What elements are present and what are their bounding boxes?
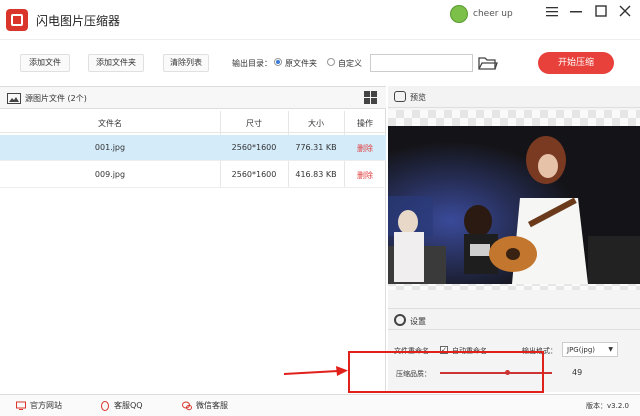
qq-icon xyxy=(101,400,109,411)
maximize-icon xyxy=(595,5,607,17)
format-select[interactable]: JPG(jpg) ▼ xyxy=(562,342,618,357)
file-name: 009.jpg xyxy=(94,170,126,179)
minimize-button[interactable] xyxy=(542,4,562,22)
gear-icon xyxy=(394,314,406,326)
file-list-panel: 源图片文件 (2个) 文件名 尺寸 大小 操作 001.jpg 2560*160… xyxy=(0,86,386,392)
wechat-icon xyxy=(182,401,192,410)
table-row[interactable]: 001.jpg 2560*1600 776.31 KB 删除 xyxy=(0,135,386,161)
file-dimensions: 2560*1600 xyxy=(231,143,277,152)
column-action: 操作 xyxy=(357,119,373,128)
column-filename: 文件名 xyxy=(98,119,122,128)
preview-area xyxy=(388,110,640,290)
user-avatar[interactable] xyxy=(450,5,468,23)
grid-view-icon[interactable] xyxy=(364,91,377,104)
close-icon xyxy=(619,5,631,17)
column-size: 尺寸 xyxy=(246,119,262,128)
table-row[interactable]: 009.jpg 2560*1600 416.83 KB 删除 xyxy=(0,162,386,188)
annotation-highlight-box xyxy=(348,351,544,393)
official-website-label[interactable]: 官方网站 xyxy=(30,400,62,411)
toolbar: 添加文件 添加文件夹 清除列表 输出目录： 原文件夹 自定义 开始压缩 xyxy=(0,46,640,80)
file-name: 001.jpg xyxy=(94,143,126,152)
annotation-arrow-icon xyxy=(284,366,348,376)
version-label: 版本：v3.2.0 xyxy=(586,402,629,410)
minimize-window-button[interactable] xyxy=(566,4,586,22)
title-bar: 闪电图片压缩器 cheer up xyxy=(0,0,640,40)
preview-image xyxy=(388,126,640,284)
file-list-title: 源图片文件 (2个) xyxy=(25,94,87,103)
qq-service-link[interactable]: 客服QQ xyxy=(100,400,143,411)
official-website-link[interactable]: 官方网站 xyxy=(16,400,62,411)
user-name[interactable]: cheer up xyxy=(473,9,513,19)
bottom-bar: 官方网站 客服QQ 微信客服 版本：v3.2.0 xyxy=(0,394,640,416)
file-size: 776.31 KB xyxy=(295,143,337,152)
settings-title: 设置 xyxy=(410,317,426,326)
column-filesize: 大小 xyxy=(308,119,324,128)
source-folder-label[interactable]: 原文件夹 xyxy=(285,58,317,69)
clear-list-button[interactable]: 清除列表 xyxy=(163,54,209,72)
output-dir-label: 输出目录： xyxy=(232,59,272,68)
table-header: 文件名 尺寸 大小 操作 xyxy=(0,111,386,133)
qq-service-label[interactable]: 客服QQ xyxy=(114,400,143,411)
wechat-service-link[interactable]: 微信客服 xyxy=(182,400,228,411)
user-area[interactable]: cheer up xyxy=(450,5,513,23)
preview-icon xyxy=(394,91,406,102)
chevron-down-icon: ▼ xyxy=(608,346,613,353)
folder-open-icon[interactable] xyxy=(478,55,498,71)
wechat-service-label[interactable]: 微信客服 xyxy=(196,400,228,411)
monitor-icon xyxy=(16,401,26,410)
custom-folder-radio[interactable] xyxy=(327,58,335,66)
preview-settings-panel: 预览 设置 文件重命名 ✓ 自动重命名 输出格式： JPG(jpg) ▼ 压缩品… xyxy=(388,86,640,392)
minimize-icon xyxy=(570,11,582,13)
delete-link[interactable]: 删除 xyxy=(344,170,386,181)
preview-title: 预览 xyxy=(410,93,426,102)
add-file-button[interactable]: 添加文件 xyxy=(20,54,70,72)
custom-folder-label[interactable]: 自定义 xyxy=(338,58,362,69)
quality-value: 49 xyxy=(572,368,583,377)
settings-header: 设置 xyxy=(388,308,640,330)
start-compress-button[interactable]: 开始压缩 xyxy=(538,52,614,74)
app-logo-icon xyxy=(6,9,28,31)
output-path-input[interactable] xyxy=(370,54,473,72)
file-dimensions: 2560*1600 xyxy=(231,170,277,179)
menu-icon xyxy=(546,7,558,17)
preview-header: 预览 xyxy=(388,86,640,108)
file-size: 416.83 KB xyxy=(295,170,337,179)
file-list-header: 源图片文件 (2个) xyxy=(0,87,386,109)
close-button[interactable] xyxy=(615,4,635,22)
source-folder-radio[interactable] xyxy=(274,58,282,66)
image-icon xyxy=(7,93,21,104)
add-folder-button[interactable]: 添加文件夹 xyxy=(88,54,144,72)
format-value: JPG(jpg) xyxy=(567,346,596,354)
delete-link[interactable]: 删除 xyxy=(344,143,386,154)
app-title: 闪电图片压缩器 xyxy=(36,14,121,28)
maximize-button[interactable] xyxy=(591,4,611,22)
